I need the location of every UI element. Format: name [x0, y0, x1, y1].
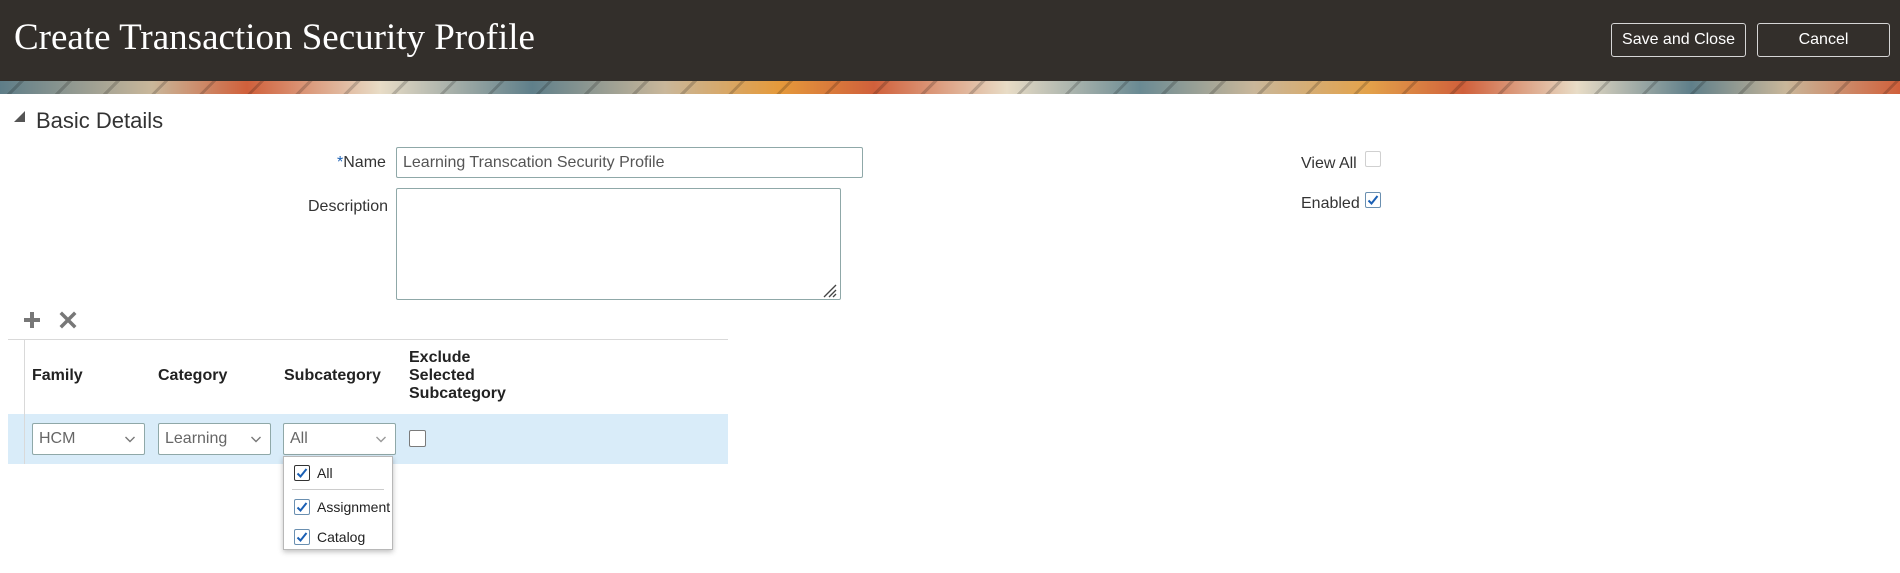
cancel-button[interactable]: Cancel [1757, 23, 1890, 57]
chevron-down-icon [376, 436, 386, 443]
column-header-category: Category [158, 367, 228, 384]
decorative-banner [0, 81, 1900, 94]
chevron-down-icon [251, 436, 261, 443]
enabled-label: Enabled [1301, 195, 1360, 212]
subcategory-select-value: All [290, 430, 308, 447]
enabled-checkbox[interactable] [1365, 192, 1381, 208]
name-label-text: Name [343, 154, 386, 171]
view-all-checkbox[interactable] [1365, 151, 1381, 167]
family-select[interactable]: HCM [32, 423, 145, 455]
option-label: Assignment [317, 499, 391, 515]
dropdown-option-assignment[interactable]: Assignment [284, 495, 392, 519]
option-label: Catalog [317, 529, 366, 545]
column-header-exclude-selected-subcategory: Exclude Selected Subcategory [409, 349, 506, 403]
checkmark-icon [1367, 195, 1379, 205]
x-icon[interactable] [58, 310, 78, 330]
column-header-line: Subcategory [409, 385, 506, 402]
plus-icon[interactable] [22, 310, 42, 330]
option-checkbox[interactable] [294, 499, 310, 515]
family-select-value: HCM [39, 430, 76, 447]
category-select[interactable]: Learning [158, 423, 271, 455]
table-row-header-divider [24, 339, 25, 464]
column-header-family: Family [32, 367, 83, 384]
view-all-label: View All [1301, 155, 1357, 172]
option-label: All [317, 465, 333, 481]
save-and-close-button[interactable]: Save and Close [1611, 23, 1746, 57]
description-textarea[interactable] [396, 188, 841, 300]
option-checkbox[interactable] [294, 465, 310, 481]
column-header-line: Selected [409, 367, 475, 384]
dropdown-option-catalog[interactable]: Catalog [284, 525, 392, 549]
page-title: Create Transaction Security Profile [14, 17, 535, 58]
subcategory-select[interactable]: All [283, 423, 396, 455]
checkmark-icon [296, 468, 308, 478]
checkmark-icon [296, 532, 308, 542]
chevron-down-icon [125, 436, 135, 443]
description-label: Description [308, 198, 389, 215]
collapse-triangle-icon[interactable] [14, 111, 25, 122]
name-label: *Name [337, 154, 386, 172]
column-header-line: Exclude [409, 349, 471, 366]
dropdown-option-all[interactable]: All [284, 461, 392, 485]
exclude-selected-checkbox[interactable] [409, 430, 426, 447]
section-title-basic-details: Basic Details [36, 108, 164, 133]
name-input[interactable] [396, 147, 863, 178]
resize-handle-icon[interactable] [821, 282, 837, 298]
subcategory-dropdown-list: All Assignment Catalog [283, 456, 393, 550]
checkmark-icon [296, 502, 308, 512]
page-header: Create Transaction Security Profile Save… [0, 0, 1900, 81]
column-header-subcategory: Subcategory [284, 367, 381, 384]
option-checkbox[interactable] [294, 529, 310, 545]
table-divider [8, 339, 728, 340]
category-select-value: Learning [165, 430, 228, 447]
dropdown-separator [292, 489, 384, 490]
